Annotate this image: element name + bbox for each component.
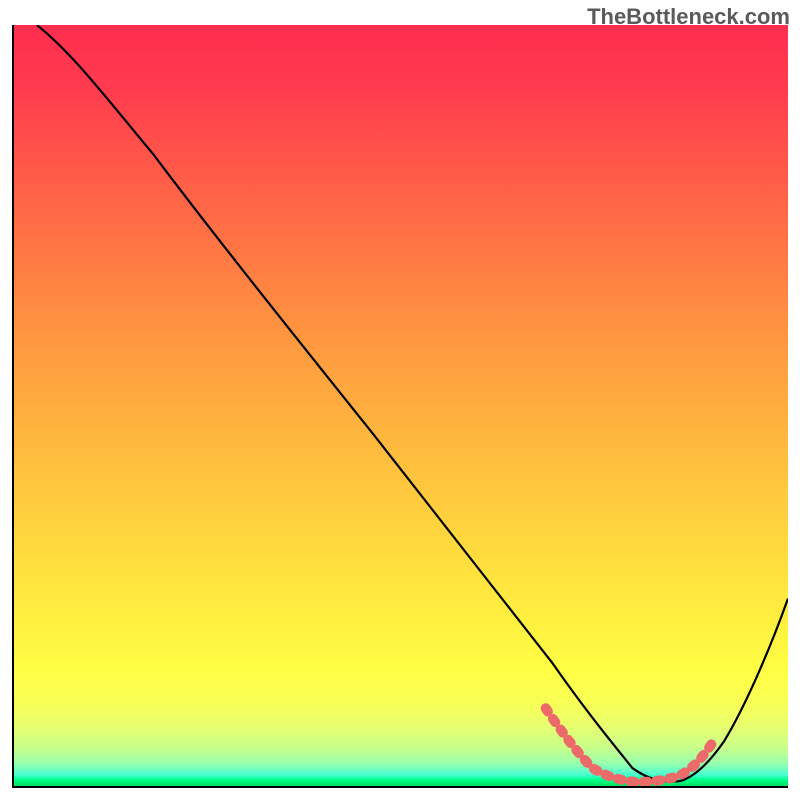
plot-area — [12, 25, 788, 788]
curve-layer — [14, 25, 788, 786]
optimal-segment — [546, 708, 713, 782]
main-curve — [37, 25, 788, 782]
chart-container: TheBottleneck.com — [0, 0, 800, 800]
watermark-text: TheBottleneck.com — [587, 4, 790, 30]
